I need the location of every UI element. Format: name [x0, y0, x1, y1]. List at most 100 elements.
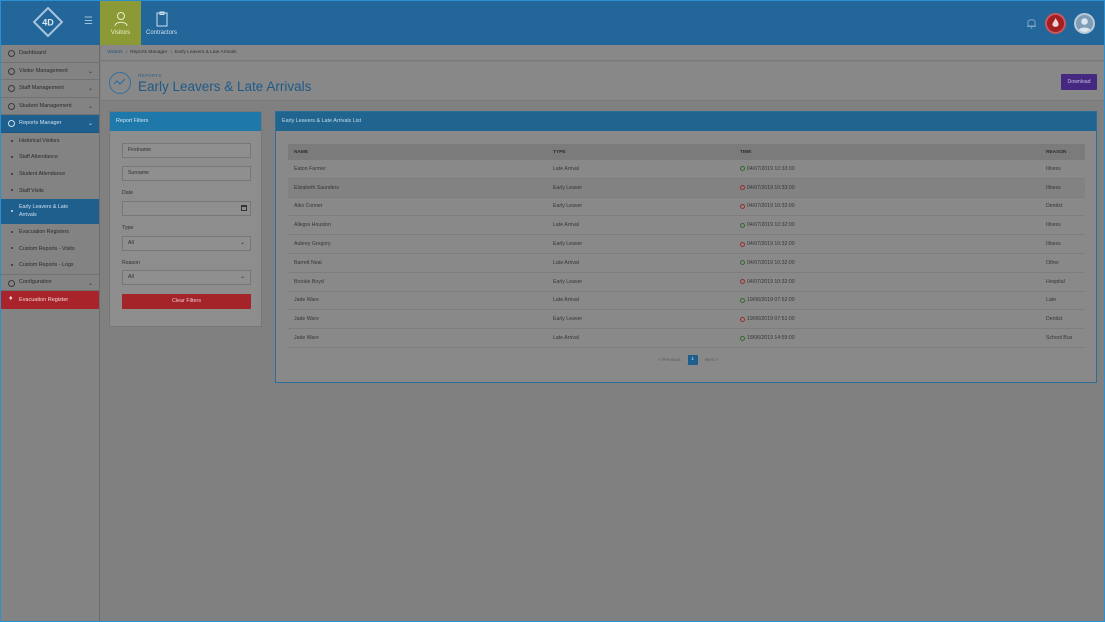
user-avatar[interactable] — [1074, 13, 1095, 34]
cell-time: 04/07/2019 10:33:00 — [740, 166, 1046, 172]
bullet — [11, 156, 13, 159]
cell-time: 18/06/2019 14:59:00 — [740, 335, 1046, 341]
cell-time: 19/06/2019 07:52:00 — [740, 297, 1046, 303]
clear-filters-button[interactable]: Clear Filters — [122, 294, 251, 309]
table-row[interactable]: Eaton Farmer Late Arrival 04/07/2019 10:… — [288, 160, 1085, 179]
cell-time-text: 04/07/2019 10:32:00 — [747, 259, 795, 266]
user-icon — [1078, 18, 1091, 32]
sidebar-item-staff-management[interactable]: Staff Management ⌄ — [1, 80, 99, 98]
sidebar-item-visitor-management[interactable]: Visitor Management ⌄ — [1, 63, 99, 80]
menu-icon[interactable]: ☰ — [84, 17, 94, 27]
sidebar-item-configuration[interactable]: Configuration ⌄ — [1, 273, 99, 292]
column-header-name[interactable]: NAME — [288, 150, 553, 155]
sidebar-subitem-label: Student Attendance — [19, 170, 66, 177]
leaver-icon — [740, 203, 745, 209]
visitor-icon — [114, 12, 127, 27]
sidebar-subitem-label: Historical Visitors — [19, 137, 60, 144]
sidebar-subitem-staff-attendance[interactable]: Staff Attendance — [1, 149, 99, 166]
sidebar-subitem-historical-visitors[interactable]: Historical Visitors — [1, 133, 99, 150]
table-row[interactable]: Jade Ware Early Leaver 19/06/2019 07:51:… — [288, 310, 1085, 330]
table-row[interactable]: Jade Ware Late Arrival 19/06/2019 07:52:… — [288, 292, 1085, 311]
cell-time: 04/07/2019 10:32:00 — [740, 222, 1046, 228]
sidebar-item-label: Evacuation Register — [19, 296, 69, 303]
bullet — [11, 139, 13, 142]
logo[interactable]: 4D — [32, 6, 64, 38]
breadcrumb-visitors[interactable]: Visitors — [107, 50, 123, 55]
tab-visitors-label: Visitors — [110, 30, 131, 36]
table-row[interactable]: Barrett Neal Late Arrival 04/07/2019 10:… — [288, 254, 1085, 273]
report-filters-title: Report Filters — [110, 112, 261, 131]
bullet — [11, 209, 13, 212]
table-row[interactable]: Brooke Boyd Early Leaver 04/07/2019 10:3… — [288, 273, 1085, 292]
sidebar-item-reports-manager[interactable]: Reports Manager ⌄ — [1, 115, 99, 133]
calendar-icon[interactable] — [241, 205, 247, 211]
staff-icon — [8, 85, 15, 92]
cell-type: Late Arrival — [553, 297, 579, 304]
chevron-down-icon: ⌄ — [87, 103, 93, 110]
tab-contractors[interactable]: Contractors — [141, 1, 182, 45]
breadcrumb-current: Early Leavers & Late Arrivals — [174, 50, 237, 55]
cell-type: Late Arrival — [553, 259, 579, 266]
table-row[interactable]: Jade Ware Late Arrival 18/06/2019 14:59:… — [288, 329, 1085, 348]
tab-contractors-label: Contractors — [145, 30, 177, 36]
pagination-previous[interactable]: Previous — [662, 358, 681, 363]
sidebar-subitem-student-attendance[interactable]: Student Attendance — [1, 166, 99, 183]
chevron-down-icon: ⌄ — [87, 280, 93, 287]
cell-time-text: 04/07/2019 10:33:00 — [747, 184, 795, 191]
column-header-reason[interactable]: REASON — [1046, 150, 1085, 155]
date-input[interactable] — [122, 201, 251, 216]
sidebar-subitem-early-leavers[interactable]: Early Leavers & Late Arrivals — [1, 198, 99, 224]
cell-type: Early Leaver — [553, 278, 583, 285]
cell-time-text: 19/06/2019 07:52:00 — [747, 297, 795, 304]
sidebar-subitem-evacuation-registers[interactable]: Evacuation Registers — [1, 224, 99, 241]
chevron-down-icon: ⌄ — [239, 274, 245, 280]
sidebar-item-evacuation-register[interactable]: ♦ Evacuation Register — [1, 291, 99, 309]
breadcrumb-separator: › — [170, 50, 172, 55]
pagination-page[interactable]: 1 — [687, 355, 698, 365]
table-row[interactable]: Allegra Houston Late Arrival 04/07/2019 … — [288, 216, 1085, 236]
sidebar-item-dashboard[interactable]: Dashboard — [1, 45, 99, 63]
cell-name: Jade Ware — [294, 335, 319, 342]
chevron-down-icon: ⌄ — [87, 86, 93, 92]
reason-label: Reason — [122, 260, 140, 266]
results-table: NAME TYPE TIME REASON Eaton Farmer Late … — [288, 144, 1085, 348]
pagination-next[interactable]: Next — [705, 358, 715, 363]
reason-select[interactable]: All ⌄ — [122, 270, 251, 285]
arrival-icon — [740, 260, 745, 266]
next-chevron-icon[interactable]: » — [715, 358, 719, 363]
bell-icon[interactable] — [1026, 17, 1037, 29]
sidebar-item-label: Configuration — [19, 279, 52, 286]
table-row[interactable]: Aubrey Gregory Early Leaver 04/07/2019 1… — [288, 235, 1085, 254]
tab-visitors[interactable]: Visitors — [100, 1, 141, 45]
cell-reason: School Bus — [1046, 335, 1073, 342]
table-row[interactable]: Elizabeth Saunders Early Leaver 04/07/20… — [288, 178, 1085, 198]
surname-input[interactable]: Surname — [122, 166, 251, 181]
firstname-input[interactable]: Firstname — [122, 143, 251, 158]
cell-name: Barrett Neal — [294, 259, 322, 266]
bullet — [11, 230, 13, 233]
cell-type: Late Arrival — [553, 335, 579, 342]
cell-time: 04/07/2019 10:32:00 — [740, 203, 1046, 209]
download-button[interactable]: Download — [1061, 74, 1097, 90]
sidebar-subitem-custom-reports-logs[interactable]: Custom Reports - Logs — [1, 257, 99, 274]
bullet — [11, 264, 13, 267]
sidebar-subitem-label: Custom Reports - Visits — [19, 245, 75, 252]
type-label: Type — [122, 225, 134, 231]
column-header-time[interactable]: TIME — [740, 150, 1046, 155]
arrival-icon — [740, 166, 745, 172]
cell-name: Jade Ware — [294, 297, 319, 304]
table-row[interactable]: Aiko Conner Early Leaver 04/07/2019 10:3… — [288, 198, 1085, 217]
cell-time-text: 04/07/2019 10:32:00 — [747, 203, 795, 210]
evacuation-alert-button[interactable] — [1045, 13, 1066, 34]
cell-time: 04/07/2019 10:33:00 — [740, 185, 1046, 191]
column-header-type[interactable]: TYPE — [553, 150, 740, 155]
breadcrumb-reports-manager[interactable]: Reports Manager — [130, 50, 167, 55]
sidebar-subitem-staff-visits[interactable]: Staff Visits — [1, 182, 99, 199]
sidebar-item-label: Dashboard — [19, 50, 46, 57]
report-filters-panel: Report Filters Firstname Surname Date Ty… — [109, 111, 262, 327]
student-icon — [8, 102, 15, 110]
sidebar-item-student-management[interactable]: Student Management ⌄ — [1, 98, 99, 115]
cell-time-text: 04/07/2019 10:32:00 — [747, 222, 795, 229]
sidebar-subitem-custom-reports-visits[interactable]: Custom Reports - Visits — [1, 240, 99, 257]
type-select[interactable]: All ⌄ — [122, 236, 251, 251]
